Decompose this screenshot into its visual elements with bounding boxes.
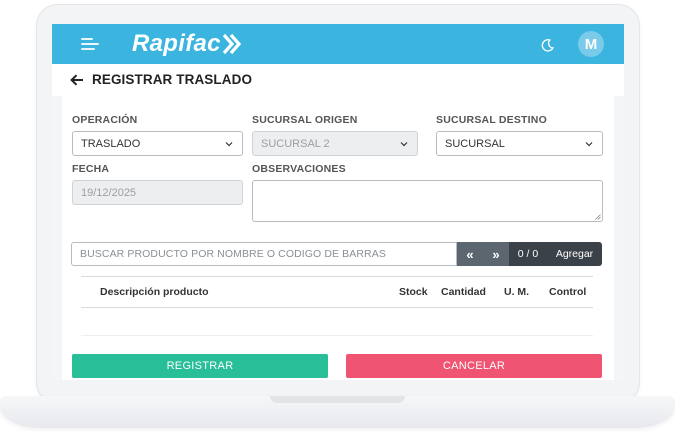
column-descripcion: Descripción producto bbox=[100, 286, 209, 298]
product-search-placeholder: BUSCAR PRODUCTO POR NOMBRE O CODIGO DE B… bbox=[80, 248, 386, 260]
resize-handle-icon[interactable] bbox=[595, 214, 601, 220]
column-control: Control bbox=[549, 286, 587, 298]
column-stock: Stock bbox=[399, 286, 428, 298]
add-product-button[interactable]: Agregar bbox=[547, 242, 602, 266]
search-controls: « » 0 / 0 Agregar bbox=[457, 242, 602, 266]
app-screen: Rapifac M REGISTRAR TRASLADO OPERACIÓN T… bbox=[52, 24, 624, 380]
sucursal-origen-select[interactable]: SUCURSAL 2 bbox=[252, 131, 418, 156]
sucursal-destino-label: SUCURSAL DESTINO bbox=[436, 114, 547, 126]
laptop-notch bbox=[270, 396, 405, 403]
sucursal-origen-label: SUCURSAL ORIGEN bbox=[252, 114, 358, 126]
hamburger-icon[interactable] bbox=[81, 37, 99, 51]
sucursal-destino-value: SUCURSAL bbox=[445, 137, 505, 150]
fecha-value: 19/12/2025 bbox=[81, 186, 137, 199]
products-table: Descripción producto Stock Cantidad U. M… bbox=[81, 276, 593, 336]
product-search-input[interactable]: BUSCAR PRODUCTO POR NOMBRE O CODIGO DE B… bbox=[71, 242, 457, 266]
moon-icon[interactable] bbox=[540, 38, 555, 53]
operacion-select[interactable]: TRASLADO bbox=[72, 131, 243, 156]
double-chevron-left-icon[interactable]: « bbox=[457, 242, 483, 266]
column-cantidad: Cantidad bbox=[441, 286, 486, 298]
double-chevron-right-icon[interactable]: » bbox=[483, 242, 509, 266]
sucursal-destino-select[interactable]: SUCURSAL bbox=[436, 131, 603, 156]
page-title: REGISTRAR TRASLADO bbox=[92, 72, 253, 87]
form-card: OPERACIÓN TRASLADO SUCURSAL ORIGEN SUCUR… bbox=[62, 96, 614, 380]
app-logo-text: Rapifac bbox=[132, 30, 221, 57]
table-header: Descripción producto Stock Cantidad U. M… bbox=[81, 276, 593, 308]
observaciones-textarea[interactable] bbox=[252, 180, 603, 222]
content-area: OPERACIÓN TRASLADO SUCURSAL ORIGEN SUCUR… bbox=[52, 96, 624, 380]
fecha-input[interactable]: 19/12/2025 bbox=[72, 180, 243, 205]
sucursal-origen-value: SUCURSAL 2 bbox=[261, 137, 330, 150]
app-logo[interactable]: Rapifac bbox=[132, 30, 242, 58]
user-avatar[interactable]: M bbox=[578, 31, 604, 57]
top-bar: Rapifac M bbox=[52, 24, 624, 64]
observaciones-label: OBSERVACIONES bbox=[252, 163, 346, 175]
logo-chevron-icon bbox=[222, 33, 241, 55]
chevron-down-icon bbox=[225, 142, 233, 147]
column-um: U. M. bbox=[504, 286, 530, 298]
arrow-left-icon[interactable] bbox=[70, 74, 84, 86]
fecha-label: FECHA bbox=[72, 163, 110, 175]
register-button[interactable]: REGISTRAR bbox=[72, 354, 328, 378]
table-body bbox=[81, 308, 593, 336]
chevron-down-icon bbox=[585, 142, 593, 147]
chevron-down-icon bbox=[400, 142, 408, 147]
cancel-button[interactable]: CANCELAR bbox=[346, 354, 602, 378]
result-counter: 0 / 0 bbox=[509, 242, 547, 266]
operacion-label: OPERACIÓN bbox=[72, 114, 138, 126]
page-header: REGISTRAR TRASLADO bbox=[52, 64, 624, 96]
operacion-value: TRASLADO bbox=[81, 137, 141, 150]
